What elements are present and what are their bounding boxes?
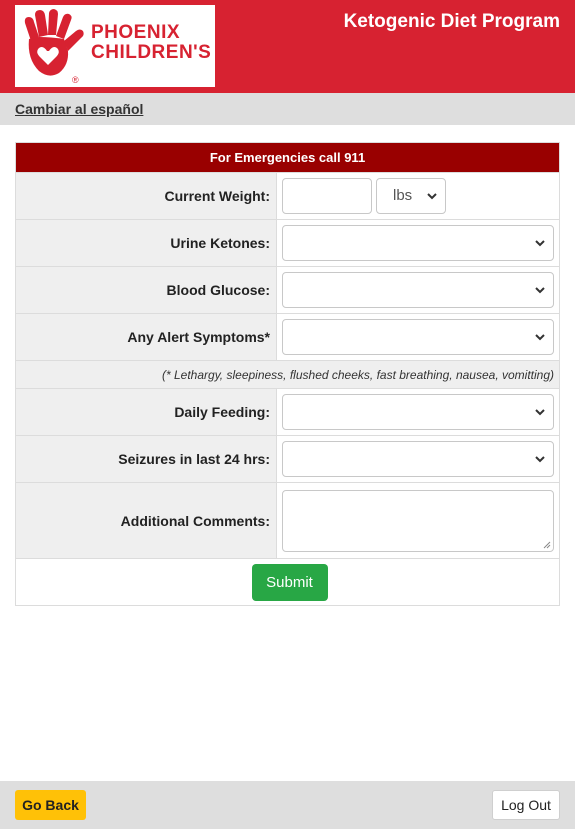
brand-line-2: CHILDREN'S bbox=[91, 42, 212, 63]
chevron-down-icon bbox=[535, 287, 545, 294]
alert-symptoms-row: Any Alert Symptoms* bbox=[16, 313, 559, 360]
urine-ketones-select[interactable] bbox=[282, 225, 554, 261]
submit-button[interactable]: Submit bbox=[251, 563, 328, 601]
daily-feeding-select[interactable] bbox=[282, 394, 554, 430]
alert-symptoms-cell bbox=[277, 314, 559, 360]
symptoms-note: (* Lethargy, sleepiness, flushed cheeks,… bbox=[16, 360, 559, 388]
weight-row: Current Weight: lbs bbox=[16, 172, 559, 219]
seizures-row: Seizures in last 24 hrs: bbox=[16, 435, 559, 482]
blood-glucose-cell bbox=[277, 267, 559, 313]
chevron-down-icon bbox=[535, 334, 545, 341]
alert-symptoms-select[interactable] bbox=[282, 319, 554, 355]
comments-cell bbox=[277, 483, 559, 558]
daily-feeding-cell bbox=[277, 389, 559, 435]
seizures-cell bbox=[277, 436, 559, 482]
blood-glucose-label: Blood Glucose: bbox=[16, 267, 277, 313]
brand-line-1: PHOENIX bbox=[91, 22, 181, 43]
language-bar: Cambiar al español bbox=[0, 93, 575, 125]
submit-row: Submit bbox=[16, 558, 559, 605]
seizures-select[interactable] bbox=[282, 441, 554, 477]
brand-logo[interactable]: PHOENIX CHILDREN'S ® bbox=[15, 5, 215, 87]
emergency-banner: For Emergencies call 911 bbox=[16, 143, 559, 172]
registered-mark: ® bbox=[72, 75, 79, 85]
weight-field-cell: lbs bbox=[277, 173, 559, 219]
log-out-button[interactable]: Log Out bbox=[492, 790, 560, 820]
language-switch-link[interactable]: Cambiar al español bbox=[15, 101, 143, 117]
alert-symptoms-label: Any Alert Symptoms* bbox=[16, 314, 277, 360]
urine-ketones-cell bbox=[277, 220, 559, 266]
blood-glucose-row: Blood Glucose: bbox=[16, 266, 559, 313]
weight-unit-value: lbs bbox=[393, 187, 413, 204]
chevron-down-icon bbox=[535, 456, 545, 463]
footer-bar: Go Back Log Out bbox=[0, 781, 575, 829]
app-header: PHOENIX CHILDREN'S ® Ketogenic Diet Prog… bbox=[0, 0, 575, 93]
urine-ketones-row: Urine Ketones: bbox=[16, 219, 559, 266]
seizures-label: Seizures in last 24 hrs: bbox=[16, 436, 277, 482]
comments-textarea[interactable] bbox=[282, 489, 554, 552]
daily-feeding-label: Daily Feeding: bbox=[16, 389, 277, 435]
brand-wordmark: PHOENIX CHILDREN'S bbox=[91, 23, 211, 63]
report-form: For Emergencies call 911 Current Weight:… bbox=[15, 142, 560, 606]
comments-label: Additional Comments: bbox=[16, 483, 277, 558]
go-back-button[interactable]: Go Back bbox=[15, 790, 86, 820]
hand-heart-logo-icon bbox=[24, 9, 84, 76]
blood-glucose-select[interactable] bbox=[282, 272, 554, 308]
comments-row: Additional Comments: bbox=[16, 482, 559, 558]
weight-label: Current Weight: bbox=[16, 173, 277, 219]
page-title: Ketogenic Diet Program bbox=[343, 11, 560, 32]
urine-ketones-label: Urine Ketones: bbox=[16, 220, 277, 266]
chevron-down-icon bbox=[427, 193, 437, 200]
weight-unit-select[interactable]: lbs bbox=[376, 178, 446, 214]
daily-feeding-row: Daily Feeding: bbox=[16, 388, 559, 435]
resize-grip-icon[interactable] bbox=[543, 541, 551, 549]
weight-input[interactable] bbox=[282, 178, 372, 214]
chevron-down-icon bbox=[535, 409, 545, 416]
chevron-down-icon bbox=[535, 240, 545, 247]
